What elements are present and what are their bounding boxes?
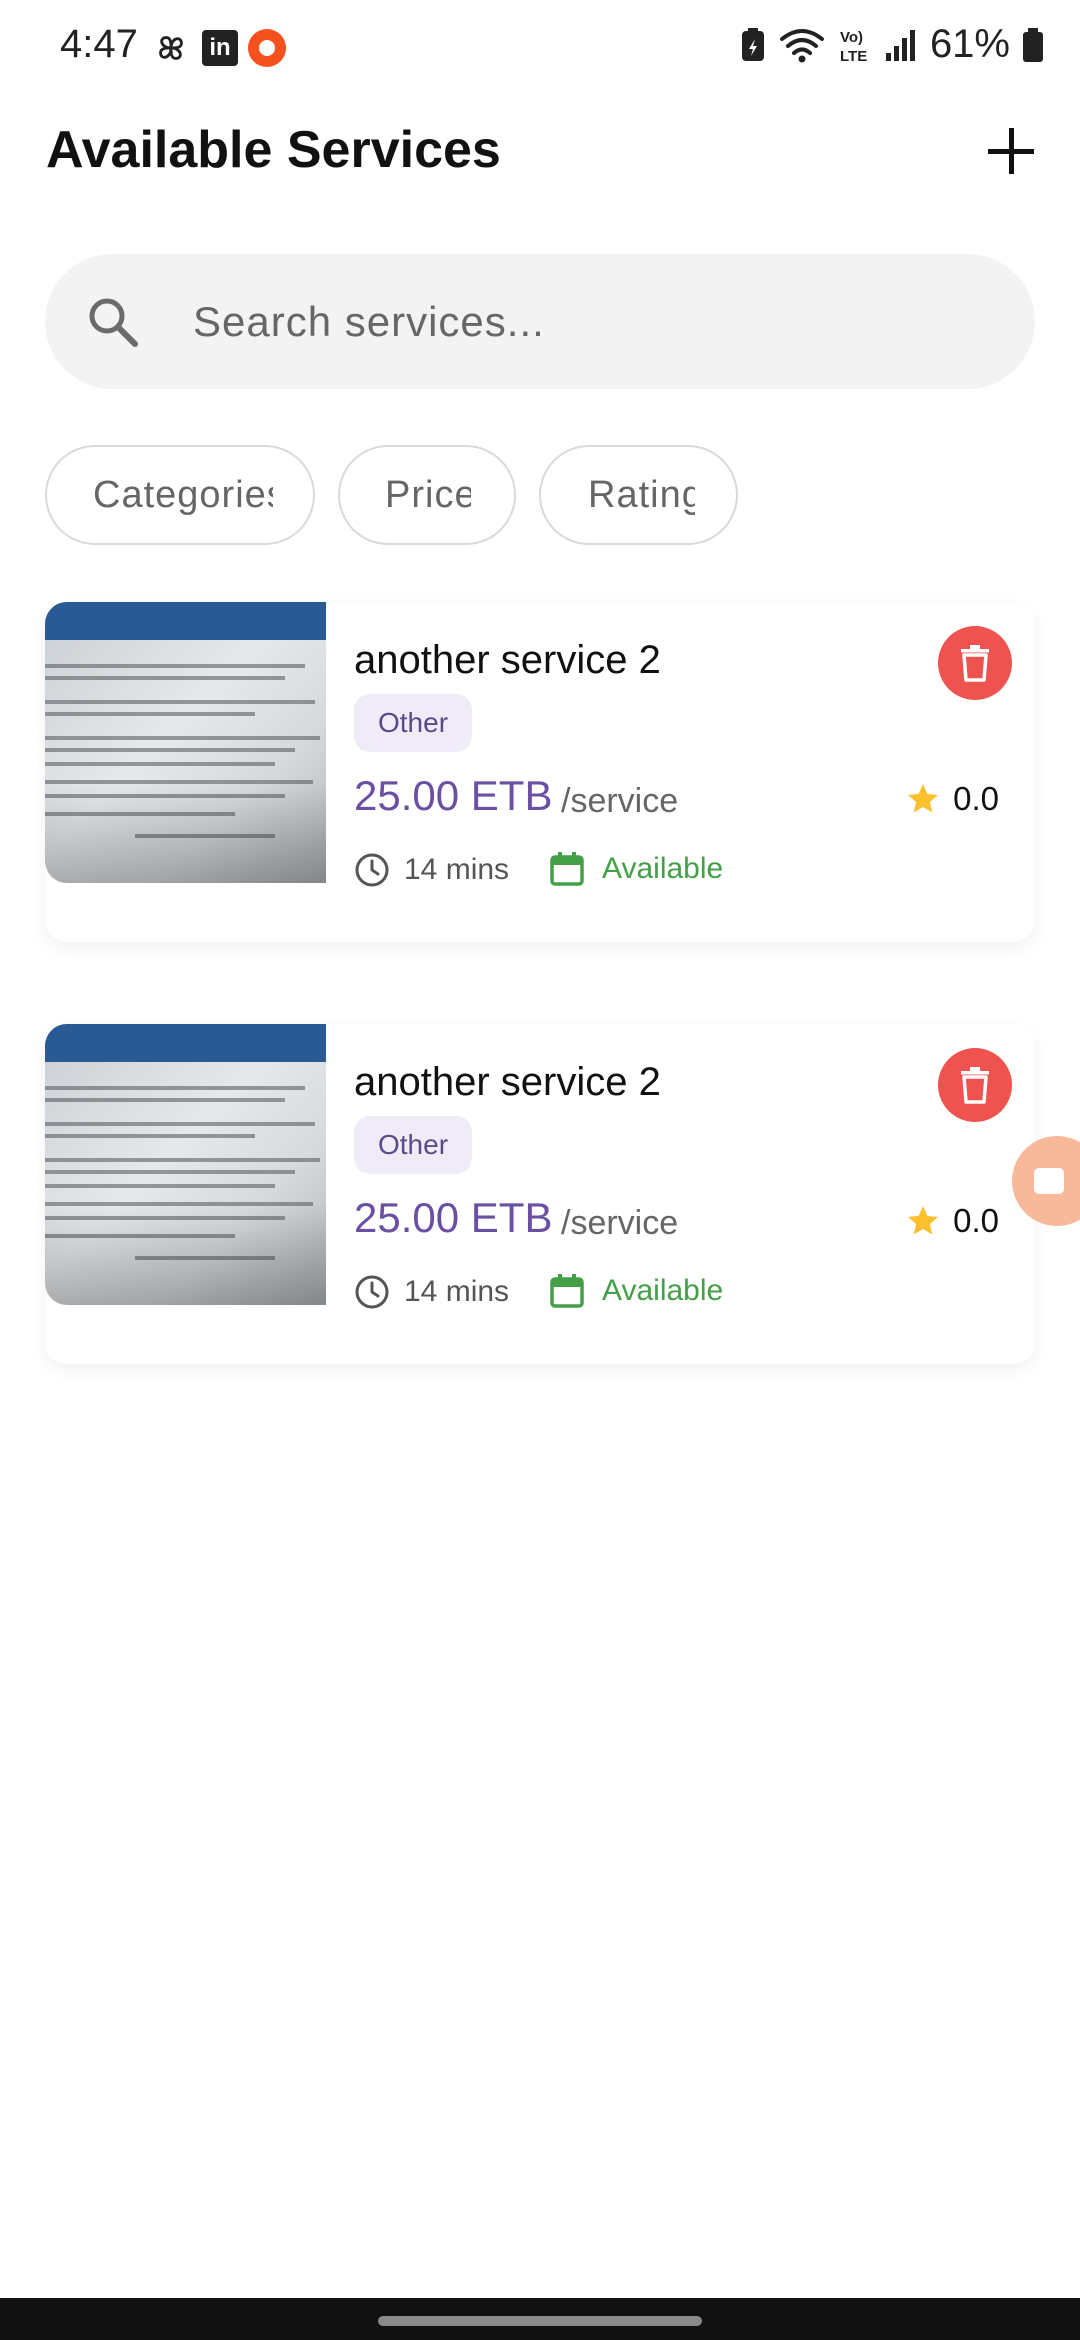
category-badge: Other xyxy=(354,694,473,752)
delete-button[interactable] xyxy=(938,626,1012,700)
service-rating: 0.0 xyxy=(905,780,999,818)
add-service-button[interactable] xyxy=(982,122,1040,180)
pinwheel-icon xyxy=(159,36,183,60)
service-price: 25.00 ETB xyxy=(354,1194,553,1241)
calendar-icon xyxy=(550,1274,584,1308)
status-time: 4:47 xyxy=(60,22,138,66)
price-unit: /service xyxy=(561,782,679,820)
filter-chip-label: Price xyxy=(385,474,471,516)
calendar-icon xyxy=(550,852,584,886)
service-name: another service 2 xyxy=(354,1060,661,1104)
search-bar[interactable] xyxy=(45,254,1035,389)
battery-icon xyxy=(1023,27,1043,62)
page-title: Available Services xyxy=(46,121,501,179)
duration-text: 14 mins xyxy=(404,1275,510,1308)
status-bar: 4:47 in Vo) LTE 61% xyxy=(0,0,1080,96)
battery-saver-icon xyxy=(741,27,764,61)
category-badge: Other xyxy=(354,1116,473,1174)
rating-value: 0.0 xyxy=(953,780,999,817)
filter-chip-rating[interactable]: Rating xyxy=(539,445,738,545)
delete-button[interactable] xyxy=(938,1048,1012,1122)
trash-icon xyxy=(961,645,989,682)
service-availability: Available xyxy=(548,850,723,888)
clock-icon xyxy=(355,853,389,887)
service-image xyxy=(45,1024,326,1305)
rating-value: 0.0 xyxy=(953,1202,999,1239)
filter-chip-label: Rating xyxy=(588,474,695,516)
signal-icon xyxy=(885,29,915,61)
duration-text: 14 mins xyxy=(404,853,510,886)
svg-text:LTE: LTE xyxy=(840,48,867,65)
search-input[interactable] xyxy=(193,254,993,389)
service-card[interactable]: another service 2 Other 25.00 ETB /servi… xyxy=(45,1024,1035,1364)
service-image xyxy=(45,602,326,883)
service-name: another service 2 xyxy=(354,638,661,682)
price-unit: /service xyxy=(561,1204,679,1242)
status-right: Vo) LTE 61% xyxy=(740,22,1044,67)
service-availability: Available xyxy=(548,1272,723,1310)
volte-icon: Vo) LTE xyxy=(840,29,867,65)
services-screen: 4:47 in Vo) LTE 61% Available Services S… xyxy=(0,0,1080,2340)
availability-text: Available xyxy=(602,852,724,885)
battery-percent: 61% xyxy=(929,22,1010,66)
service-duration: 14 mins xyxy=(354,1274,509,1310)
service-duration: 14 mins xyxy=(354,852,509,888)
wifi-icon xyxy=(779,28,824,62)
video-camera-icon xyxy=(1034,1168,1064,1194)
service-rating: 0.0 xyxy=(905,1202,999,1240)
star-icon xyxy=(908,1206,939,1235)
navigation-bar xyxy=(0,2298,1080,2340)
search-icon xyxy=(89,298,138,347)
svg-text:Vo): Vo) xyxy=(840,29,863,46)
filter-chip-categories[interactable]: Categories xyxy=(45,445,315,545)
service-card[interactable]: another service 2 Other 25.00 ETB /servi… xyxy=(45,602,1035,942)
star-icon xyxy=(908,784,939,813)
filter-chip-label: Categories xyxy=(93,474,273,516)
availability-text: Available xyxy=(602,1274,724,1307)
clock-icon xyxy=(355,1275,389,1309)
home-gesture-handle[interactable] xyxy=(378,2316,702,2326)
filter-chip-price[interactable]: Price xyxy=(338,445,516,545)
linkedin-icon: in xyxy=(202,30,238,66)
trash-icon xyxy=(961,1067,989,1104)
service-price: 25.00 ETB xyxy=(354,772,553,819)
screen-recorder-icon xyxy=(248,29,286,67)
